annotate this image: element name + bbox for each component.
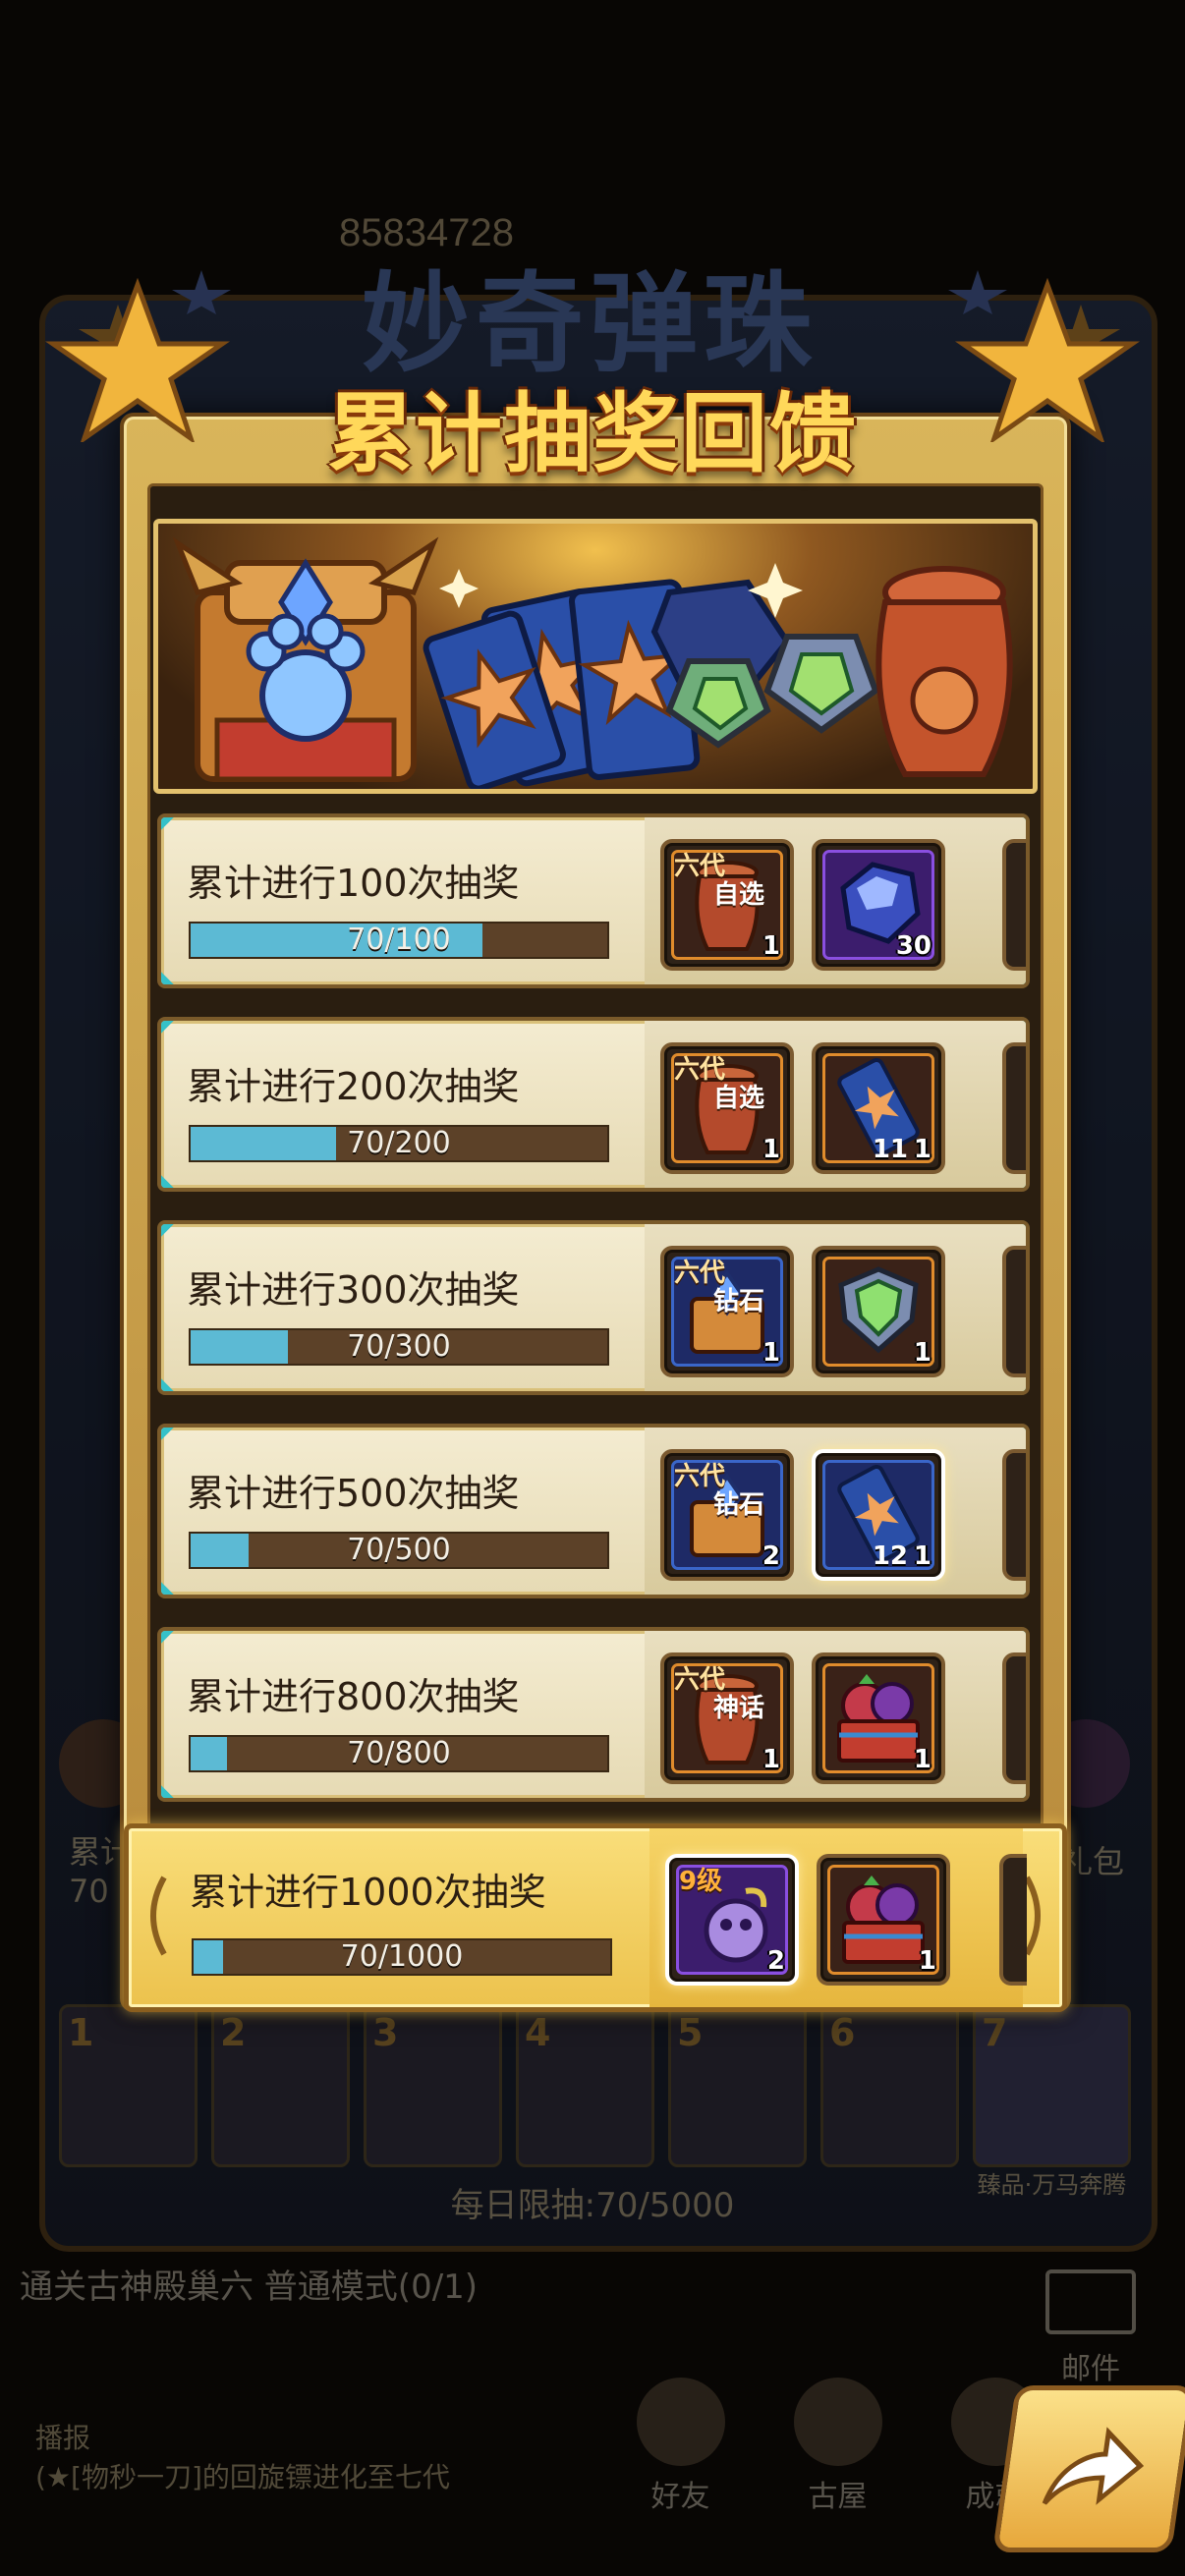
reward-item-green-emblem[interactable]: 1 xyxy=(812,1246,945,1377)
bottom-nav: 好友 古屋 成就 xyxy=(629,2378,1046,2515)
reward-item-star-card[interactable]: 11 1 xyxy=(812,1042,945,1174)
corner-gem-icon xyxy=(161,972,174,984)
progress-text: 70/300 xyxy=(347,1329,451,1364)
news-label: 播报 xyxy=(35,2422,91,2454)
envelope-icon xyxy=(1045,2269,1136,2334)
milestone-label: 累计进行100次抽奖 xyxy=(187,862,520,905)
rewards-scroll[interactable]: 六代 钻石 1 1 xyxy=(645,1224,1026,1391)
progress-text: 70/1000 xyxy=(340,1939,464,1974)
draw-slot[interactable]: 1 xyxy=(59,2004,198,2167)
reward-row-1000: 累计进行1000次抽奖 70/1000 9级 2 1 xyxy=(124,1823,1067,2012)
reward-item-more[interactable] xyxy=(1002,1652,1026,1784)
corner-gem-icon xyxy=(161,1378,174,1391)
nav-friends[interactable]: 好友 xyxy=(629,2378,732,2515)
draw-slot[interactable]: 5 xyxy=(668,2004,807,2167)
progress-text: 70/500 xyxy=(347,1533,451,1567)
reward-row-200: 累计进行200次抽奖 70/200 六代 自选 1 11 1 xyxy=(157,1017,1030,1192)
draw-slots: 1 2 3 4 5 6 7 臻品·万马奔腾 xyxy=(59,2004,1140,2199)
corner-gem-icon xyxy=(161,1582,174,1595)
reward-item-six-gen-select-jar[interactable]: 六代 自选 1 xyxy=(660,839,794,971)
reward-row-300: 累计进行300次抽奖 70/300 六代 钻石 1 1 xyxy=(157,1220,1030,1395)
news-ticker: (★[物秒一刀]的回旋镖进化至七代 xyxy=(35,2461,450,2493)
reward-item-fruit-crate[interactable]: 1 xyxy=(817,1854,950,1986)
reward-item-more[interactable] xyxy=(1002,1449,1026,1581)
progress-text: 70/800 xyxy=(347,1736,451,1770)
reward-item-more[interactable] xyxy=(1002,839,1026,971)
reward-item-more[interactable] xyxy=(999,1854,1027,1986)
rewards-scroll[interactable]: 六代 钻石 2 12 1 xyxy=(645,1428,1026,1595)
milestone-progress-bar: 70/1000 xyxy=(192,1938,612,1976)
reward-row-500: 累计进行500次抽奖 70/500 六代 钻石 2 12 1 xyxy=(157,1424,1030,1598)
ornament-left-icon xyxy=(150,1876,167,1956)
milestone-progress-bar: 70/800 xyxy=(189,1735,609,1772)
corner-gem-icon xyxy=(161,1175,174,1188)
draw-slot[interactable]: 4 xyxy=(516,2004,654,2167)
rewards-scroll[interactable]: 六代 神话 1 1 xyxy=(645,1631,1026,1798)
milestone-progress-bar: 70/100 xyxy=(189,922,609,959)
share-arrow-icon xyxy=(1042,2427,1145,2505)
mail-button[interactable]: 邮件 xyxy=(1037,2269,1145,2387)
reward-item-six-gen-myth-jar[interactable]: 六代 神话 1 xyxy=(660,1652,794,1784)
milestone-label: 累计进行800次抽奖 xyxy=(187,1675,520,1718)
reward-item-six-gen-diamond-chest[interactable]: 六代 钻石 1 xyxy=(660,1246,794,1377)
quest-text[interactable]: 通关古神殿巢六 普通模式(0/1) xyxy=(20,2260,478,2308)
ornament-right-icon xyxy=(1024,1876,1041,1956)
corner-gem-icon xyxy=(161,1224,174,1237)
reward-item-more[interactable] xyxy=(1002,1246,1026,1377)
corner-gem-icon xyxy=(161,1428,174,1440)
rewards-scroll[interactable]: 六代 自选 1 30 xyxy=(645,817,1026,984)
rewards-scroll[interactable]: 六代 自选 1 11 1 xyxy=(645,1021,1026,1188)
reward-item-more[interactable] xyxy=(1002,1042,1026,1174)
milestone-progress-bar: 70/200 xyxy=(189,1125,609,1162)
milestone-label: 累计进行500次抽奖 xyxy=(187,1472,520,1515)
draw-slot-grand[interactable]: 7 臻品·万马奔腾 xyxy=(973,2004,1131,2199)
milestone-progress-bar: 70/300 xyxy=(189,1328,609,1366)
share-button[interactable] xyxy=(992,2385,1185,2552)
corner-gem-icon xyxy=(161,817,174,830)
draw-slot[interactable]: 2 xyxy=(211,2004,350,2167)
draw-slot[interactable]: 6 xyxy=(820,2004,959,2167)
reward-item-six-gen-diamond-chest[interactable]: 六代 钻石 2 xyxy=(660,1449,794,1581)
star-decoration-icon xyxy=(44,277,231,442)
corner-gem-icon xyxy=(161,1631,174,1644)
corner-gem-icon xyxy=(161,1021,174,1034)
corner-gem-icon xyxy=(161,1785,174,1798)
reward-item-star-card[interactable]: 12 1 xyxy=(812,1449,945,1581)
banner-artwork xyxy=(172,536,1013,789)
draw-slot[interactable]: 3 xyxy=(364,2004,502,2167)
reward-row-100: 累计进行100次抽奖 70/100 六代 自选 1 30 xyxy=(157,813,1030,988)
daily-limit: 每日限抽:70/5000 xyxy=(450,2186,735,2225)
reward-row-800: 累计进行800次抽奖 70/800 六代 神话 1 1 xyxy=(157,1627,1030,1802)
green-emblem-icon xyxy=(838,1266,919,1354)
milestone-label: 累计进行300次抽奖 xyxy=(187,1268,520,1312)
dialog-title: 累计抽奖回馈 xyxy=(326,382,858,484)
progress-text: 70/100 xyxy=(347,923,451,957)
milestone-progress-bar: 70/500 xyxy=(189,1532,609,1569)
friends-icon xyxy=(636,2378,725,2466)
reward-item-level-9-pet[interactable]: 9级 2 xyxy=(665,1854,799,1986)
house-icon xyxy=(793,2378,882,2466)
reward-item-diamond-ore[interactable]: 30 xyxy=(812,839,945,971)
reward-item-fruit-crate[interactable]: 1 xyxy=(812,1652,945,1784)
progress-text: 70/200 xyxy=(347,1126,451,1160)
star-decoration-icon xyxy=(954,277,1141,442)
reward-banner xyxy=(153,519,1038,794)
reward-item-six-gen-select-jar[interactable]: 六代 自选 1 xyxy=(660,1042,794,1174)
milestone-label: 累计进行1000次抽奖 xyxy=(190,1871,546,1914)
milestone-label: 累计进行200次抽奖 xyxy=(187,1065,520,1108)
dialog-title-plate: 累计抽奖回馈 xyxy=(285,371,900,484)
nav-house[interactable]: 古屋 xyxy=(786,2378,889,2515)
rewards-scroll[interactable]: 9级 2 1 xyxy=(649,1828,1027,2007)
